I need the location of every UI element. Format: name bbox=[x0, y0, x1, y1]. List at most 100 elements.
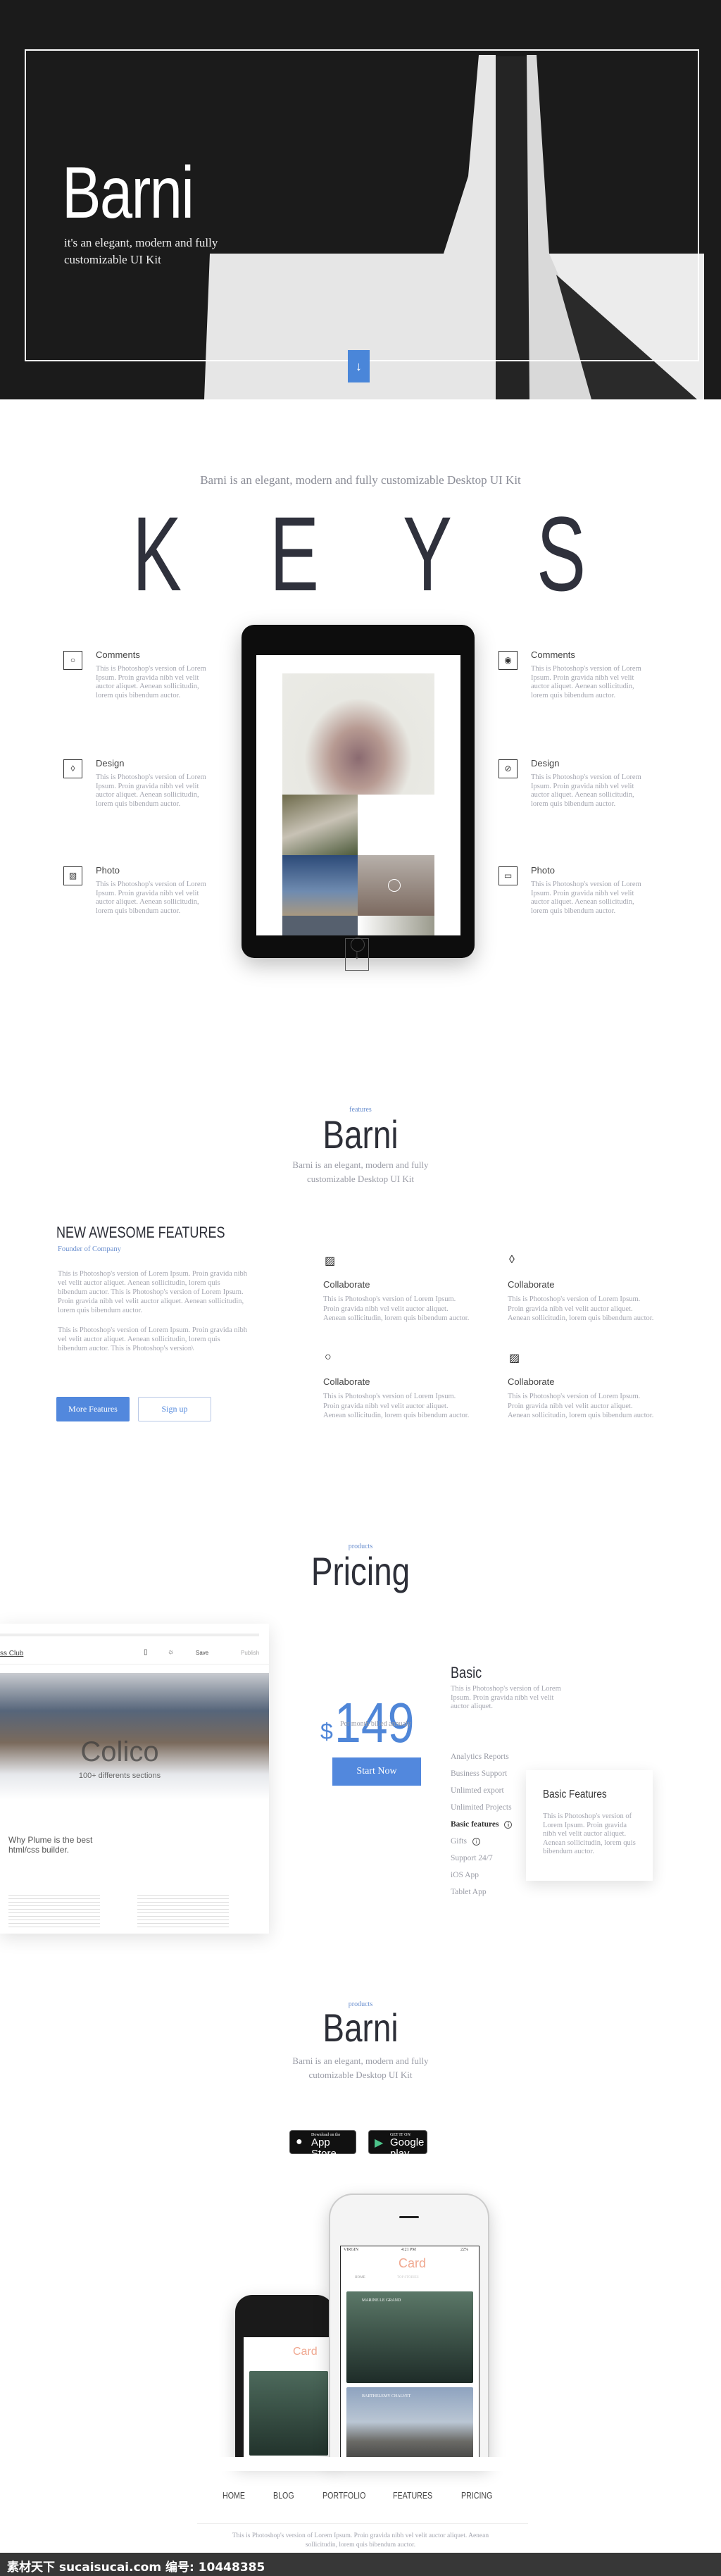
card-user: BARTHELEMY CHALVET bbox=[362, 2394, 411, 2398]
plan-feature-label: Gifts bbox=[451, 1837, 467, 1846]
features-heading: NEW AWESOME FEATURES bbox=[56, 1224, 225, 1241]
footer-text-content: This is Photoshop's version of Lorem Ips… bbox=[232, 2532, 489, 2549]
keys-letter: S bbox=[537, 494, 587, 613]
tablet-screen bbox=[256, 655, 460, 935]
phone-mockup-white: VIRGIN 4:21 PM 22% Card HOME TOP STORIES… bbox=[329, 2194, 489, 2465]
eye-icon: ◉ bbox=[499, 651, 518, 670]
arrow-down-icon: ↓ bbox=[356, 359, 362, 373]
feature-text: This is Photoshop's version of Lorem Ips… bbox=[323, 1393, 470, 1419]
publish-button[interactable]: Publish bbox=[241, 1650, 259, 1656]
keys-letter: K bbox=[132, 494, 182, 613]
tooltip-text: This is Photoshop's version of Lorem Ips… bbox=[543, 1812, 636, 1855]
feature-title: Collaborate bbox=[508, 1376, 555, 1387]
thumbnail-image bbox=[358, 916, 434, 935]
price-period: Per month billed annualy bbox=[340, 1720, 411, 1728]
plan-feature: Business Support bbox=[451, 1769, 508, 1778]
footer-nav-blog[interactable]: BLOG bbox=[273, 2490, 294, 2501]
browser-mockup: ss Club ▯ ☼ Save Publish Colico 100+ dif… bbox=[0, 1624, 269, 1934]
feature-text: This is Photoshop's version of Lorem Ips… bbox=[96, 881, 206, 915]
info-icon[interactable]: i bbox=[504, 1821, 513, 1829]
image-icon: ▨ bbox=[509, 1352, 520, 1364]
footer-nav-portfolio[interactable]: PORTFOLIO bbox=[322, 2490, 365, 2501]
drop-icon: ◊ bbox=[509, 1254, 515, 1266]
watermark-bar: 素材天下 sucaisucai.com 编号: 10448385 bbox=[0, 2553, 721, 2576]
phone-mockup-dark: Card bbox=[235, 2295, 334, 2464]
editor-toolbar: ss Club ▯ ☼ Save Publish bbox=[0, 1643, 269, 1665]
features-paragraph: This is Photoshop's version of Lorem Ips… bbox=[58, 1270, 248, 1314]
section-title: Barni bbox=[322, 2005, 399, 2050]
phone-card bbox=[249, 2371, 328, 2456]
plan-description: This is Photoshop's version of Lorem Ips… bbox=[451, 1685, 561, 1710]
site-name[interactable]: ss Club bbox=[0, 1650, 23, 1657]
feature-title: Collaborate bbox=[508, 1279, 555, 1290]
feature-title: Photo bbox=[531, 865, 555, 876]
feature-title: Collaborate bbox=[323, 1376, 370, 1387]
features-subheading: Founder of Company bbox=[58, 1245, 121, 1253]
start-now-button[interactable]: Start Now bbox=[332, 1757, 421, 1786]
phone-card: MARINE LE GRAND bbox=[346, 2291, 473, 2383]
phone-tab[interactable]: HOME bbox=[355, 2276, 365, 2279]
scroll-down-button[interactable]: ↓ bbox=[348, 350, 370, 382]
phone-card: BARTHELEMY CHALVET bbox=[346, 2387, 473, 2465]
app-store-badge[interactable]: ● Download on the App Store bbox=[289, 2130, 356, 2160]
plan-feature: Support 24/7 bbox=[451, 1854, 493, 1862]
forest-image bbox=[282, 795, 358, 855]
speaker bbox=[399, 2216, 419, 2218]
thumbnail-image bbox=[282, 916, 358, 935]
footer-nav-home[interactable]: HOME bbox=[222, 2490, 245, 2501]
feature-text: This is Photoshop's version of Lorem Ips… bbox=[531, 881, 641, 915]
price-currency: $ bbox=[320, 1719, 333, 1744]
more-features-button[interactable]: More Features bbox=[56, 1397, 130, 1421]
section-down-button[interactable]: ↓ bbox=[345, 938, 369, 971]
watermark-text: 素材天下 sucaisucai.com 编号: 10448385 bbox=[7, 2561, 265, 2575]
section-subtitle: Barni is an elegant, modern and fully cu… bbox=[292, 2055, 429, 2080]
mobile-icon[interactable]: ▯ bbox=[144, 1648, 148, 1656]
phone-tab-title: Card bbox=[293, 2346, 318, 2358]
plan-feature: Analytics Reports bbox=[451, 1753, 509, 1761]
drop-icon: ◊ bbox=[63, 759, 82, 778]
mountain-image: Colico 100+ differents sections bbox=[0, 1673, 269, 1800]
badge-label: App Store bbox=[311, 2136, 337, 2160]
feature-title: Collaborate bbox=[323, 1279, 370, 1290]
chat-bubble-icon: ○ bbox=[325, 1351, 332, 1363]
play-icon[interactable] bbox=[388, 879, 401, 892]
image-icon: ▨ bbox=[63, 866, 82, 885]
lake-image bbox=[282, 855, 358, 916]
phone-fade bbox=[211, 2457, 514, 2471]
info-icon[interactable]: i bbox=[472, 1838, 480, 1846]
play-store-icon: ▶ bbox=[375, 2137, 384, 2149]
feature-title: Comments bbox=[96, 649, 140, 660]
sign-up-button[interactable]: Sign up bbox=[138, 1397, 211, 1421]
address-bar bbox=[0, 1634, 259, 1636]
image-icon: ▨ bbox=[325, 1255, 336, 1267]
hero-title: Barni bbox=[62, 152, 194, 234]
footer-nav-pricing[interactable]: PRICING bbox=[461, 2490, 492, 2501]
phone-tab[interactable]: TOP STORIES bbox=[397, 2276, 419, 2279]
feature-title: Photo bbox=[96, 865, 120, 876]
plan-feature: Gifts i bbox=[451, 1837, 480, 1846]
save-button[interactable]: Save bbox=[196, 1650, 208, 1656]
feature-text: This is Photoshop's version of Lorem Ips… bbox=[508, 1295, 654, 1322]
phone-screen: VIRGIN 4:21 PM 22% Card HOME TOP STORIES… bbox=[340, 2246, 479, 2465]
portrait-image bbox=[282, 673, 434, 795]
link-icon: ⊘ bbox=[499, 759, 518, 778]
settings-icon[interactable]: ☼ bbox=[168, 1648, 174, 1656]
footer-nav-features[interactable]: FEATURES bbox=[393, 2490, 432, 2501]
plan-feature: Unlimited Projects bbox=[451, 1803, 512, 1812]
section-title: Pricing bbox=[311, 1549, 410, 1593]
feature-text: This is Photoshop's version of Lorem Ips… bbox=[323, 1295, 470, 1322]
keys-letter: Y bbox=[403, 494, 453, 613]
keys-tagline: Barni is an elegant, modern and fully cu… bbox=[200, 473, 521, 487]
hero-subtitle: it's an elegant, modern and fully custom… bbox=[64, 236, 218, 266]
plan-feature: Basic features i bbox=[451, 1820, 513, 1829]
chat-bubble-icon: ○ bbox=[63, 651, 82, 670]
plan-feature-label: Basic features bbox=[451, 1820, 499, 1829]
tablet-mockup bbox=[242, 625, 475, 958]
plan-feature: iOS App bbox=[451, 1871, 479, 1879]
feature-title: Design bbox=[96, 758, 125, 769]
browser-hero-title: Colico bbox=[80, 1736, 159, 1767]
status-time: 4:21 PM bbox=[401, 2248, 416, 2252]
keys-letter: E bbox=[270, 494, 320, 613]
monitor-icon: ▭ bbox=[499, 866, 518, 885]
google-play-badge[interactable]: ▶ GET IT ON Google play bbox=[368, 2130, 427, 2160]
